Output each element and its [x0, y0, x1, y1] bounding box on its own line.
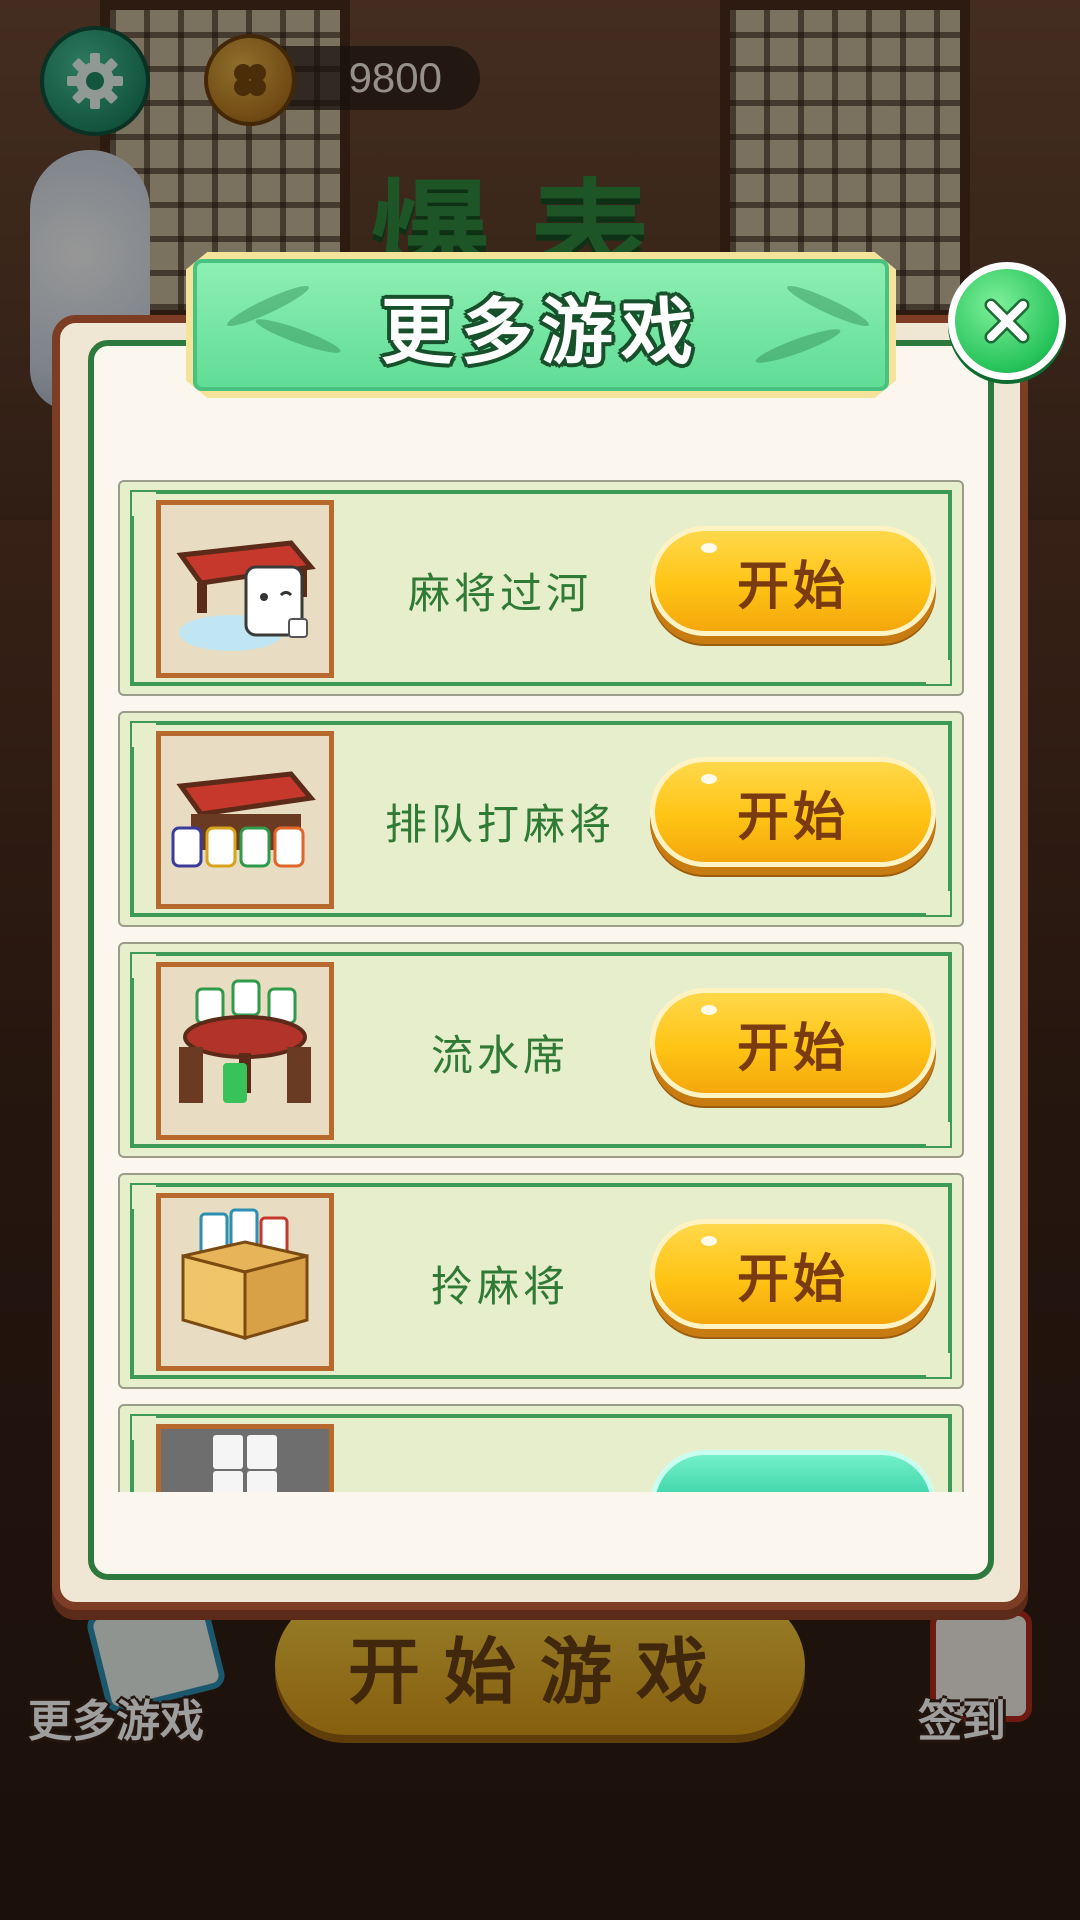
start-button-label: 开始 [736, 787, 849, 848]
start-button[interactable]: 开始 [650, 988, 936, 1098]
close-button[interactable] [948, 262, 1066, 380]
game-row-tiles [118, 1404, 964, 1492]
game-name: 排队打麻将 [384, 799, 615, 849]
game-row-mahjong-crossing: 麻将过河 开始 [118, 480, 964, 696]
game-row-banquet: 流水席 开始 [118, 942, 964, 1158]
dialog-title-banner: 更多游戏 [186, 252, 896, 398]
game-name: 流水席 [430, 1030, 569, 1080]
start-button[interactable]: 开始 [650, 757, 936, 867]
game-row-box-mahjong: 拎麻将 开始 [118, 1173, 964, 1389]
bamboo-leaf-decoration [253, 314, 343, 358]
tiles-board-thumb [156, 1424, 334, 1492]
close-icon [984, 298, 1030, 344]
start-button-label: 开始 [736, 1018, 849, 1079]
queue-mahjong-thumb [156, 731, 334, 909]
start-button-label: 开始 [736, 1249, 849, 1310]
mahjong-crossing-thumb [156, 500, 334, 678]
banquet-thumb [156, 962, 334, 1140]
start-button-label: 开始 [736, 556, 849, 617]
game-name: 拎麻将 [430, 1261, 569, 1311]
play-button[interactable] [650, 1450, 936, 1492]
bamboo-leaf-decoration [753, 324, 843, 368]
game-name [360, 1406, 640, 1492]
start-button[interactable]: 开始 [650, 526, 936, 636]
game-list[interactable]: 麻将过河 开始 排队打麻将 开始 流水席 开始 拎麻将 开始 [118, 480, 964, 1492]
game-name: 麻将过河 [407, 568, 592, 618]
start-button[interactable]: 开始 [650, 1219, 936, 1329]
bamboo-leaf-decoration [784, 280, 872, 332]
game-row-queue-mahjong: 排队打麻将 开始 [118, 711, 964, 927]
box-mahjong-thumb [156, 1193, 334, 1371]
dialog-title: 更多游戏 [380, 289, 701, 374]
